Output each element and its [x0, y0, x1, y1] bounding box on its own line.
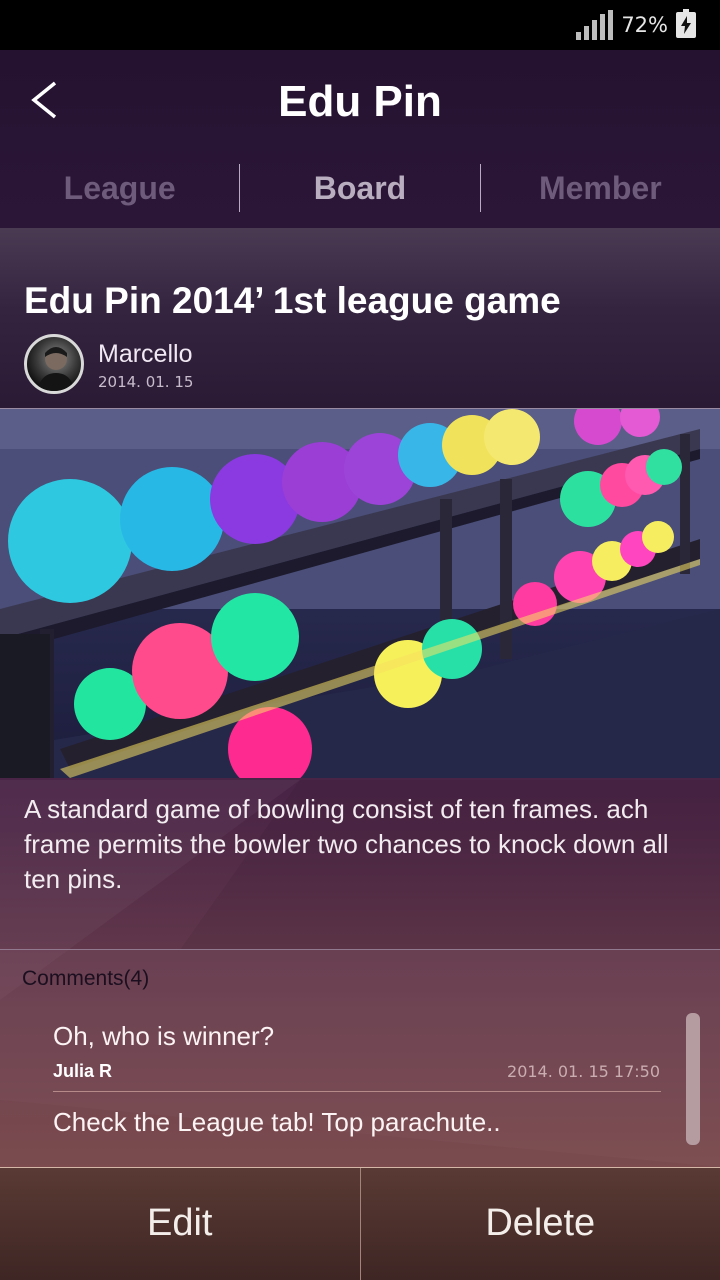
comments-title: Comments(4) — [22, 967, 150, 990]
comment-text: Check the League tab! Top parachute.. — [53, 1107, 501, 1137]
author-name: Marcello — [98, 340, 193, 368]
action-bar: Edit Delete — [0, 1167, 720, 1280]
signal-icon — [576, 10, 614, 40]
comments-scrollbar[interactable] — [686, 1013, 700, 1145]
battery-charging-icon — [676, 9, 696, 38]
tab-league[interactable]: League — [0, 162, 239, 214]
app-header: Edu Pin League Board Member — [0, 50, 720, 228]
app-title: Edu Pin — [278, 77, 442, 126]
tab-bar: League Board Member — [0, 162, 720, 214]
post-date: 2014. 01. 15 — [98, 373, 194, 391]
comment-divider — [53, 1091, 661, 1092]
post-title: Edu Pin 2014’ 1st league game — [24, 280, 561, 321]
avatar[interactable] — [24, 334, 84, 394]
comment-author: Julia R — [53, 1061, 113, 1081]
tab-member[interactable]: Member — [481, 162, 720, 214]
status-bar: 72% — [0, 0, 720, 50]
battery-percent: 72% — [621, 13, 668, 37]
post-header: Edu Pin 2014’ 1st league game Marcello 2… — [0, 228, 720, 408]
post-image[interactable] — [0, 409, 720, 778]
comment-date: 2014. 01. 15 17:50 — [507, 1062, 660, 1081]
comment-text: Oh, who is winner? — [53, 1021, 275, 1051]
edit-button[interactable]: Edit — [0, 1168, 360, 1280]
post-body: A standard game of bowling consist of te… — [24, 794, 669, 894]
delete-button[interactable]: Delete — [361, 1168, 720, 1280]
tab-board[interactable]: Board — [240, 162, 479, 214]
comments-section: Comments(4) Oh, who is winner? Julia R 2… — [0, 949, 720, 1167]
